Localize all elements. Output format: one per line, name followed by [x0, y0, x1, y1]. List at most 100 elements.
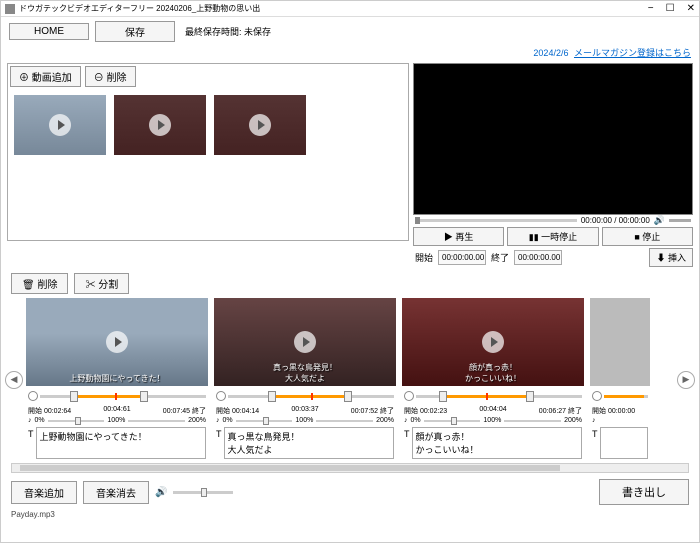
info-date: 2024/2/6 — [533, 48, 568, 58]
preview-panel: 00:00:00 / 00:00:00 🔊 ▶ 再生 ▮▮ 一時停止 ■ 停止 … — [413, 63, 693, 267]
music-volume-slider[interactable] — [173, 491, 233, 494]
clip-text-row: T — [590, 425, 650, 461]
clip-volume[interactable]: ♪ 0%100%200% — [26, 416, 208, 425]
timeline-scrollbar[interactable] — [11, 463, 689, 473]
clip-thumbnail[interactable]: 上野動物園にやってきた！ — [26, 298, 208, 386]
playback-controls: ▶ 再生 ▮▮ 一時停止 ■ 停止 — [413, 227, 693, 246]
library-tools: ⊕ 動画追加 ⊖ 削除 — [8, 64, 408, 89]
plus-icon: ⊕ — [19, 73, 29, 84]
clip-trim-slider[interactable] — [402, 386, 584, 406]
app-icon — [5, 4, 15, 14]
status-text: Payday.mp3 — [11, 510, 55, 519]
clip-volume[interactable]: ♪ 0%100%200% — [402, 416, 584, 425]
info-bar: 2024/2/6 メールマガジン登録はこちら — [1, 46, 699, 61]
clip-volume[interactable]: ♪ 0%100%200% — [214, 416, 396, 425]
library-thumbnails — [8, 89, 408, 161]
main-top: ⊕ 動画追加 ⊖ 削除 00:00:00 / 00:00:00 🔊 ▶ 再生 ▮… — [1, 61, 699, 269]
end-time-field[interactable]: 00:00:00.00 — [514, 250, 562, 265]
minus-icon: ⊖ — [94, 73, 104, 84]
start-time-field[interactable]: 00:00:00.00 — [438, 250, 486, 265]
maximize-button[interactable]: ☐ — [666, 3, 675, 14]
clip-text-input[interactable] — [600, 427, 649, 459]
clip-times: 開始 00:00:00 — [590, 406, 650, 416]
clip-trim-slider[interactable] — [214, 386, 396, 406]
clip-text-row: T真っ黒な鳥発見！ 大人気だよ — [214, 425, 396, 461]
insert-button[interactable]: ⬇ 挿入 — [649, 248, 693, 267]
text-icon: T — [404, 427, 410, 459]
range-controls: 開始 00:00:00.00 終了 00:00:00.00 ⬇ 挿入 — [413, 248, 693, 267]
play-icon — [294, 331, 316, 353]
scroll-right-button[interactable]: ▶ — [677, 371, 695, 389]
clip-thumbnail[interactable] — [590, 298, 650, 386]
pause-button[interactable]: ▮▮ 一時停止 — [507, 227, 598, 246]
clock-icon — [216, 391, 226, 401]
window-title: ドウガテックビデオエディターフリー 20240206_上野動物の思い出 — [19, 3, 260, 14]
last-save-label: 最終保存時間: 未保存 — [185, 25, 271, 38]
clip-text-input[interactable]: 上野動物園にやってきた！ — [36, 427, 207, 459]
timeline-clip[interactable]: 顔が真っ赤！ かっこいいね！ 開始 00:02:23 00:04:04 00:0… — [402, 298, 584, 461]
home-button[interactable]: HOME — [9, 23, 89, 40]
library-item[interactable] — [14, 95, 106, 155]
save-button[interactable]: 保存 — [95, 21, 175, 42]
play-icon — [49, 114, 71, 136]
timeline-clip[interactable]: 真っ黒な鳥発見！ 大人気だよ 開始 00:04:14 00:03:37 00:0… — [214, 298, 396, 461]
volume-slider[interactable] — [669, 219, 691, 222]
library-item[interactable] — [114, 95, 206, 155]
close-button[interactable]: ✕ — [687, 3, 695, 14]
seek-bar[interactable]: 00:00:00 / 00:00:00 🔊 — [413, 215, 693, 225]
library-item[interactable] — [214, 95, 306, 155]
add-video-button[interactable]: ⊕ 動画追加 — [10, 66, 81, 87]
end-label: 終了 — [489, 249, 511, 266]
timeline-clip[interactable]: 上野動物園にやってきた！ 開始 00:02:64 00:04:61 00:07:… — [26, 298, 208, 461]
seek-track[interactable] — [415, 219, 577, 222]
delete-music-button[interactable]: 音楽消去 — [83, 481, 149, 504]
clock-icon — [592, 391, 602, 401]
video-preview[interactable] — [413, 63, 693, 215]
clock-icon — [28, 391, 38, 401]
titlebar: ドウガテックビデオエディターフリー 20240206_上野動物の思い出 − ☐ … — [1, 1, 699, 17]
play-icon — [482, 331, 504, 353]
clip-thumbnail[interactable]: 真っ黒な鳥発見！ 大人気だよ — [214, 298, 396, 386]
clip-times: 開始 00:02:64 00:04:61 00:07:45 終了 — [26, 406, 208, 416]
play-button[interactable]: ▶ 再生 — [413, 227, 504, 246]
export-button[interactable]: 書き出し — [599, 479, 689, 505]
clip-text-row: T顔が真っ赤！ かっこいいね！ — [402, 425, 584, 461]
text-icon: T — [28, 427, 34, 459]
play-icon — [149, 114, 171, 136]
scroll-left-button[interactable]: ◀ — [5, 371, 23, 389]
window-controls: − ☐ ✕ — [648, 3, 695, 14]
timeline: ◀ 上野動物園にやってきた！ 開始 00:02:64 00:04:61 00:0… — [1, 298, 699, 461]
stop-button[interactable]: ■ 停止 — [602, 227, 693, 246]
text-icon: T — [592, 427, 598, 459]
clip-strip: 上野動物園にやってきた！ 開始 00:02:64 00:04:61 00:07:… — [23, 298, 677, 461]
preview-time: 00:00:00 / 00:00:00 — [581, 216, 650, 225]
clip-text-input[interactable]: 真っ黒な鳥発見！ 大人気だよ — [224, 427, 395, 459]
minimize-button[interactable]: − — [648, 3, 654, 14]
delete-video-button[interactable]: ⊖ 削除 — [85, 66, 136, 87]
clip-caption: 真っ黒な鳥発見！ 大人気だよ — [273, 362, 337, 384]
clip-times: 開始 00:02:23 00:04:04 00:06:27 終了 — [402, 406, 584, 416]
clip-caption: 上野動物園にやってきた！ — [69, 373, 164, 384]
play-icon — [106, 331, 128, 353]
clip-tools: 🗑 削除 ✂ 分割 — [1, 269, 699, 298]
clip-trim-slider[interactable] — [590, 386, 650, 406]
clip-caption: 顔が真っ赤！ かっこいいね！ — [465, 362, 521, 384]
split-clip-button[interactable]: ✂ 分割 — [74, 273, 129, 294]
clock-icon — [404, 391, 414, 401]
clip-text-input[interactable]: 顔が真っ赤！ かっこいいね！ — [412, 427, 583, 459]
status-bar: Payday.mp3 — [1, 509, 699, 520]
start-label: 開始 — [413, 249, 435, 266]
clip-times: 開始 00:04:14 00:03:37 00:07:52 終了 — [214, 406, 396, 416]
speaker-icon[interactable]: 🔊 — [654, 215, 665, 226]
timeline-clip[interactable]: 開始 00:00:00 ♪ T — [590, 298, 650, 461]
delete-clip-button[interactable]: 🗑 削除 — [11, 273, 68, 294]
clip-thumbnail[interactable]: 顔が真っ赤！ かっこいいね！ — [402, 298, 584, 386]
speaker-icon: 🔊 — [155, 487, 167, 498]
main-toolbar: HOME 保存 最終保存時間: 未保存 — [1, 17, 699, 46]
clip-trim-slider[interactable] — [26, 386, 208, 406]
mail-magazine-link[interactable]: メールマガジン登録はこちら — [574, 48, 691, 58]
text-icon: T — [216, 427, 222, 459]
clip-volume[interactable]: ♪ — [590, 416, 650, 425]
add-music-button[interactable]: 音楽追加 — [11, 481, 77, 504]
bottom-toolbar: 音楽追加 音楽消去 🔊 書き出し — [1, 475, 699, 509]
